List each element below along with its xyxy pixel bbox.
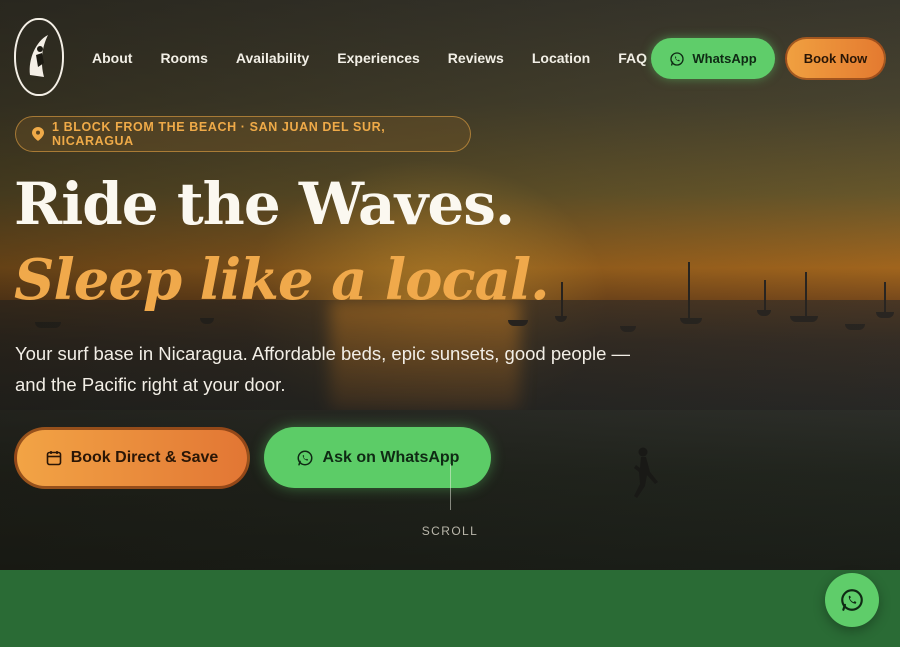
location-badge-text: 1 BLOCK FROM THE BEACH · SAN JUAN DEL SU… [52, 120, 386, 148]
whatsapp-icon [669, 51, 685, 67]
hero-subheadline: Sleep like a local. [14, 247, 550, 313]
nav-location[interactable]: Location [532, 50, 590, 66]
hero-lead-text: Your surf base in Nicaragua. Affordable … [15, 343, 631, 395]
calendar-icon [46, 450, 62, 466]
whatsapp-icon [296, 449, 314, 467]
site-logo[interactable] [14, 18, 64, 96]
scroll-indicator-line [450, 464, 451, 510]
location-badge: 1 BLOCK FROM THE BEACH · SAN JUAN DEL SU… [15, 116, 471, 152]
book-direct-label: Book Direct & Save [70, 449, 219, 466]
scroll-indicator-label[interactable]: SCROLL [400, 524, 500, 538]
nav-about[interactable]: About [92, 50, 132, 66]
nav-experiences[interactable]: Experiences [337, 50, 420, 66]
header-whatsapp-button[interactable]: WhatsApp [651, 38, 775, 79]
next-section [0, 570, 900, 647]
map-pin-icon [32, 127, 44, 141]
header-whatsapp-label: WhatsApp [692, 51, 757, 66]
main-nav: About Rooms Availability Experiences Rev… [92, 50, 675, 66]
ask-whatsapp-label: Ask on WhatsApp [322, 448, 460, 466]
whatsapp-icon [839, 587, 865, 613]
nav-rooms[interactable]: Rooms [160, 50, 207, 66]
header-book-now-button[interactable]: Book Now [785, 37, 886, 80]
nav-faq[interactable]: FAQ [618, 50, 647, 66]
nav-reviews[interactable]: Reviews [448, 50, 504, 66]
surfer-logo-icon [29, 35, 48, 77]
header-book-now-label: Book Now [803, 51, 868, 66]
floating-whatsapp-button[interactable] [825, 573, 879, 627]
nav-availability[interactable]: Availability [236, 50, 309, 66]
hero-headline: Ride the Waves. [14, 170, 515, 238]
book-direct-button[interactable]: Book Direct & Save [14, 427, 250, 489]
ask-whatsapp-button[interactable]: Ask on WhatsApp [264, 427, 491, 488]
